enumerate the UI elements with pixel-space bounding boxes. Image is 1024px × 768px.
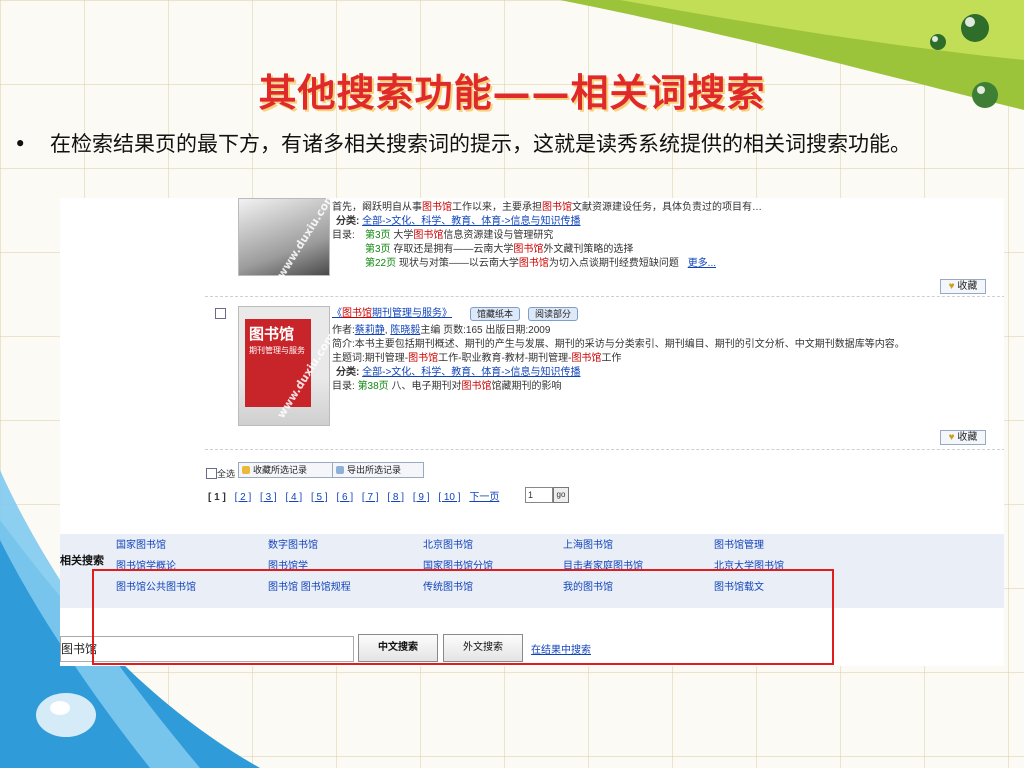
bookmark-icon: ♥: [948, 281, 955, 292]
cover-title: 图书馆: [249, 325, 295, 343]
read-part-button[interactable]: 阅读部分: [528, 307, 578, 321]
page-link[interactable]: [ 6 ]: [336, 492, 353, 503]
bookmark-icon: ♥: [948, 432, 955, 443]
go-button[interactable]: go: [553, 487, 569, 503]
author-link[interactable]: 陈晓毅: [390, 325, 420, 336]
bullet-dot: •: [14, 132, 27, 156]
result2-category-link[interactable]: 全部->文化、科学、教育、体育->信息与知识传播: [362, 367, 580, 378]
result1-more-link[interactable]: 更多...: [688, 258, 716, 269]
current-page: [ 1 ]: [208, 492, 226, 503]
export-selected-button[interactable]: 导出所选记录: [332, 462, 424, 478]
result1-toc-label: 目录:: [332, 230, 355, 241]
pagination: [ 1 ] [ 2 ] [ 3 ] [ 4 ] [ 5 ] [ 6 ] [ 7 …: [208, 488, 505, 503]
page-link[interactable]: [ 10 ]: [438, 492, 460, 503]
related-search-label: 相关搜索: [60, 555, 104, 567]
result2-favorite-button[interactable]: ♥ 收藏: [940, 430, 986, 445]
result2-summary: 简介:本书主要包括期刊概述、期刊的产生与发展、期刊的采访与分类索引、期刊编目、期…: [332, 339, 905, 350]
result1-category: 分类: 全部->文化、科学、教育、体育->信息与知识传播: [336, 216, 581, 227]
related-term-link[interactable]: 北京图书馆: [423, 536, 473, 551]
page-link[interactable]: [ 7 ]: [362, 492, 379, 503]
export-icon: [336, 466, 344, 474]
star-icon: [242, 466, 250, 474]
page-number-input[interactable]: 1: [525, 487, 553, 503]
bullet-text: 在检索结果页的最下方，有诸多相关搜索词的提示，这就是读秀系统提供的相关词搜索功能…: [50, 132, 911, 156]
result2-category: 分类: 全部->文化、科学、教育、体育->信息与知识传播: [336, 367, 581, 378]
slide-title: 其他搜索功能——相关词搜索: [258, 70, 766, 115]
result1-toc-item[interactable]: 第3页 存取还是拥有——云南大学图书馆外文藏刊策略的选择: [365, 244, 633, 256]
result1-favorite-button[interactable]: ♥ 收藏: [940, 279, 986, 294]
author-link[interactable]: 蔡莉静: [355, 325, 385, 336]
highlight-box: [92, 569, 834, 665]
page-link[interactable]: [ 5 ]: [311, 492, 328, 503]
result2-toc-item[interactable]: 第38页 八、电子期刊对图书馆馆藏期刊的影响: [358, 381, 562, 392]
result1-intro: 首先，阚跃明自从事图书馆工作以来，主要承担图书馆文献资源建设任务，具体负责过的项…: [332, 202, 762, 213]
result2-title-link[interactable]: 《图书馆期刊管理与服务》: [332, 308, 452, 320]
collect-selected-button[interactable]: 收藏所选记录: [238, 462, 340, 478]
select-all-checkbox[interactable]: [206, 468, 217, 479]
page-link[interactable]: [ 4 ]: [286, 492, 303, 503]
page-link[interactable]: [ 9 ]: [413, 492, 430, 503]
result1-toc-item[interactable]: 第22页 现状与对策——以云南大学图书馆为切入点谈期刊经费短缺问题 更多...: [365, 258, 716, 270]
holdings-paper-button[interactable]: 馆藏纸本: [470, 307, 520, 321]
book-cover-2[interactable]: 图书馆 期刊管理与服务 www.duxiu.com: [238, 306, 338, 426]
divider: [205, 449, 1004, 450]
result2-subjects: 主题词:期刊管理-图书馆工作-职业教育-教材-期刊管理-图书馆工作: [332, 353, 622, 364]
page-link[interactable]: [ 3 ]: [260, 492, 277, 503]
page-link[interactable]: [ 2 ]: [235, 492, 252, 503]
related-term-link[interactable]: 数字图书馆: [268, 536, 318, 551]
book-cover-1[interactable]: www.duxiu.com: [238, 198, 338, 281]
result2-toc: 目录: 第38页 八、电子期刊对图书馆馆藏期刊的影响: [332, 381, 562, 392]
next-page-link[interactable]: 下一页: [469, 492, 499, 503]
page-link[interactable]: [ 8 ]: [387, 492, 404, 503]
cover-subtitle: 期刊管理与服务: [249, 346, 305, 355]
result1-category-link[interactable]: 全部->文化、科学、教育、体育->信息与知识传播: [362, 216, 580, 227]
result2-author: 作者:蔡莉静, 陈晓毅主编 页数:165 出版日期:2009: [332, 325, 551, 336]
divider: [205, 296, 1004, 297]
result1-toc-item[interactable]: 第3页 大学图书馆信息资源建设与管理研究: [365, 230, 553, 242]
related-term-link[interactable]: 国家图书馆: [116, 536, 166, 551]
related-term-link[interactable]: 图书馆管理: [714, 536, 764, 551]
result2-checkbox[interactable]: [215, 308, 226, 319]
cover-watermark: www.duxiu.com: [274, 198, 338, 281]
select-all-label[interactable]: 全选: [217, 468, 235, 480]
related-term-link[interactable]: 上海图书馆: [563, 536, 613, 551]
